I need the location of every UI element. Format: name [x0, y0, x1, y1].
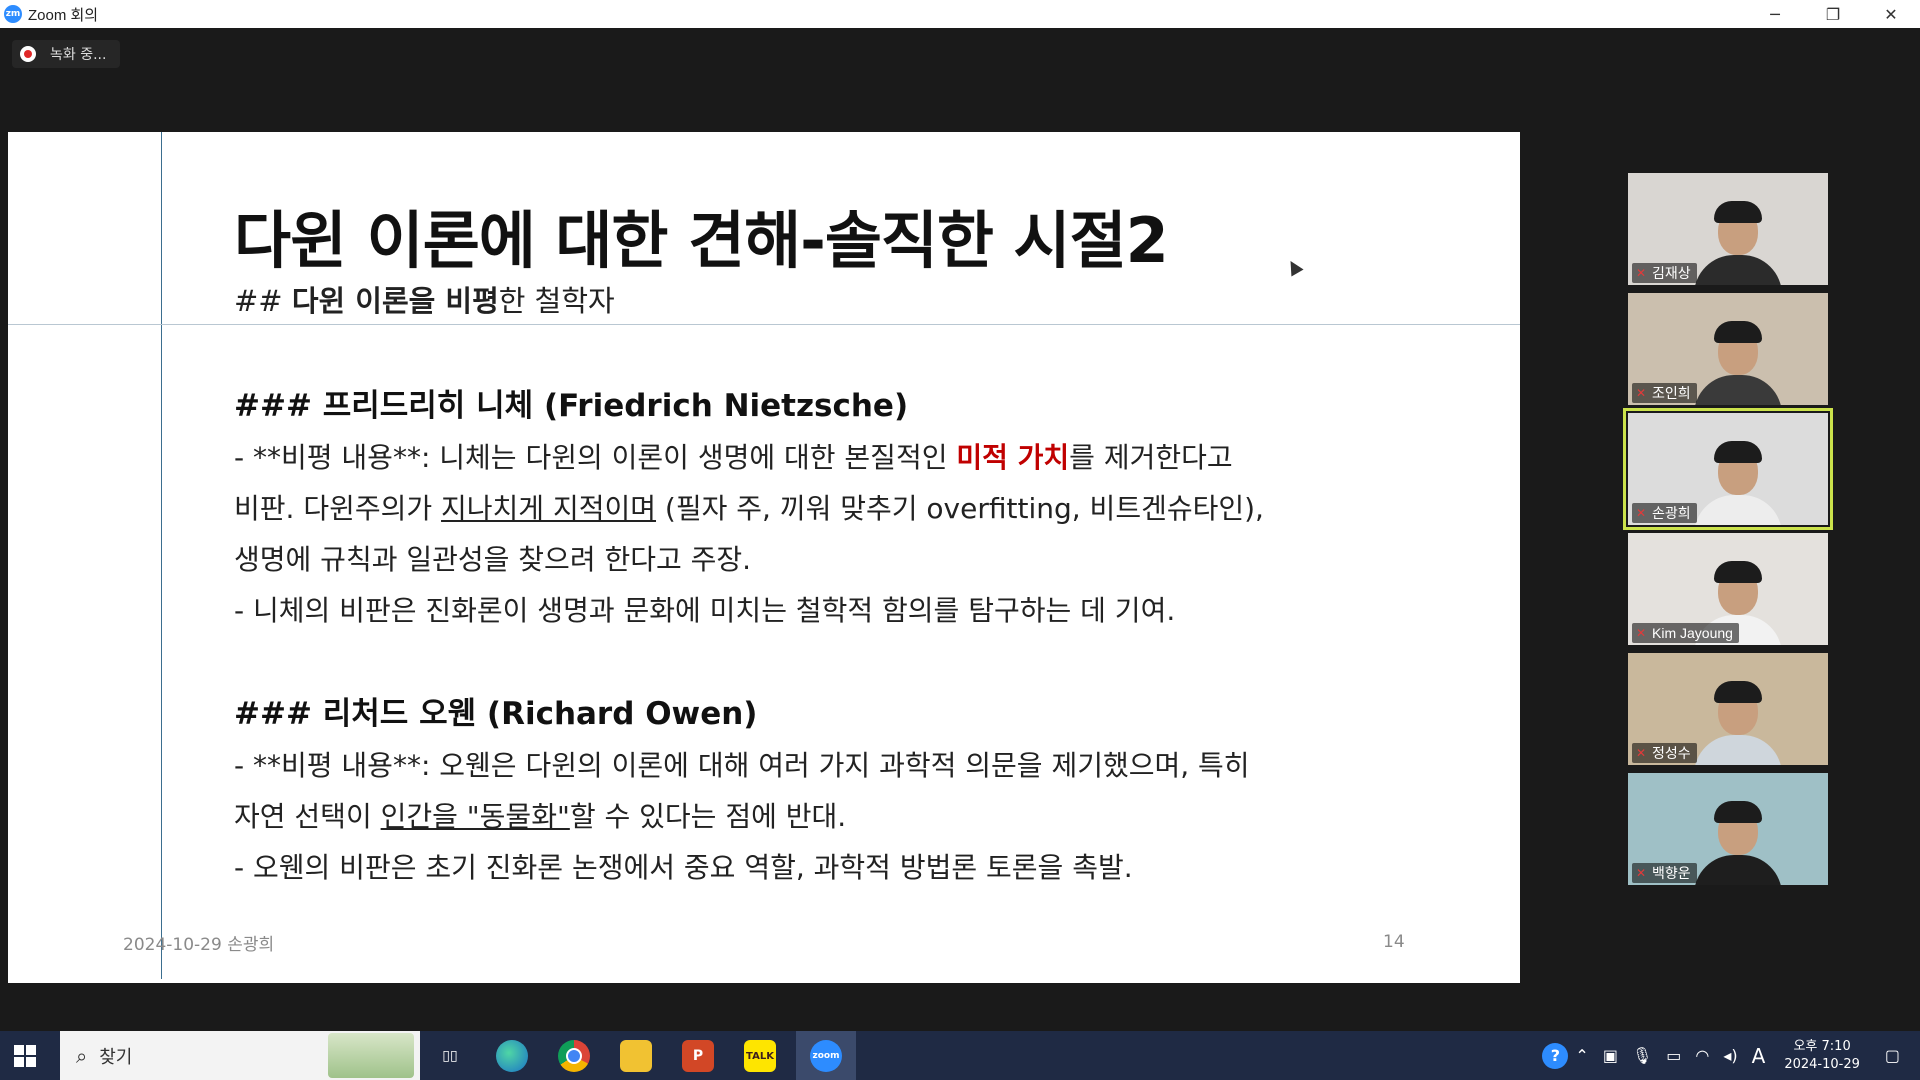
slide-horizontal-rule — [8, 324, 1520, 325]
text-segment: (필자 주, 끼워 맞추기 overfitting, 비트겐슈타인), — [656, 492, 1264, 525]
windows-start-icon[interactable] — [14, 1045, 36, 1067]
participant-tile[interactable]: ✕ 정성수 — [1628, 653, 1828, 765]
participant-nameplate: ✕ Kim Jayoung — [1632, 623, 1739, 643]
participant-name: 조인희 — [1652, 385, 1691, 401]
participant-nameplate: ✕ 조인희 — [1632, 383, 1697, 403]
kakaotalk-icon[interactable]: TALK — [744, 1040, 776, 1072]
owen-line-1: - **비평 내용**: 오웬은 다윈의 이론에 대해 여러 가지 과학적 의문… — [234, 749, 1250, 782]
text-segment: - **비평 내용**: 니체는 다윈의 이론이 생명에 대한 본질적인 — [234, 441, 957, 474]
recording-label: 녹화 중... — [50, 47, 107, 63]
participant-nameplate: ✕ 손광희 — [1632, 503, 1697, 523]
muted-mic-icon: ✕ — [1635, 626, 1647, 640]
participant-hair — [1714, 201, 1762, 223]
participant-name: Kim Jayoung — [1652, 625, 1733, 641]
underlined-text: 지나치게 지적이며 — [441, 492, 657, 525]
search-label: 찾기 — [99, 1046, 133, 1068]
recording-indicator[interactable]: 녹화 중... — [12, 40, 121, 68]
system-tray: ? ⌃ ▣ 🎙 ▭ ◠ ◂) A 오후 7:10 2024-10-29 ▢ — [1542, 1031, 1920, 1080]
text-segment: 할 수 있다는 점에 반대. — [569, 800, 847, 833]
taskbar-clock[interactable]: 오후 7:10 2024-10-29 — [1784, 1038, 1860, 1074]
participant-tile[interactable]: ✕ Kim Jayoung — [1628, 533, 1828, 645]
participant-tile[interactable]: ✕ 백향운 — [1628, 773, 1828, 885]
participant-tile[interactable]: ✕ 손광희 — [1623, 408, 1833, 530]
nietzsche-line-4: - 니체의 비판은 진화론이 생명과 문화에 미치는 철학적 함의를 탐구하는 … — [234, 594, 1176, 627]
participant-tile[interactable]: ✕ 조인희 — [1628, 293, 1828, 405]
volume-icon[interactable]: ◂) — [1723, 1046, 1737, 1065]
meet-now-icon[interactable]: ▣ — [1603, 1046, 1618, 1065]
chrome-icon[interactable] — [558, 1040, 590, 1072]
section-heading-owen: ### 리처드 오웬 (Richard Owen) — [234, 696, 758, 732]
window-title: Zoom 회의 — [28, 6, 99, 24]
participant-tile[interactable]: ✕ 김재상 — [1628, 173, 1828, 285]
close-button[interactable]: ✕ — [1862, 0, 1920, 28]
owen-line-2: 자연 선택이 인간을 "동물화"할 수 있다는 점에 반대. — [234, 791, 1434, 842]
participant-hair — [1714, 441, 1762, 463]
wifi-icon[interactable]: ◠ — [1695, 1046, 1709, 1065]
muted-mic-icon: ✕ — [1635, 746, 1647, 760]
clock-date: 2024-10-29 — [1784, 1056, 1860, 1072]
edge-icon[interactable] — [496, 1040, 528, 1072]
ime-indicator[interactable]: A — [1752, 1044, 1766, 1068]
file-explorer-icon[interactable] — [620, 1040, 652, 1072]
nietzsche-line-3: 생명에 규칙과 일관성을 찾으려 한다고 주장. — [234, 543, 752, 576]
clock-time: 오후 7:10 — [1793, 1038, 1851, 1054]
participant-name: 김재상 — [1652, 265, 1691, 281]
participant-hair — [1714, 321, 1762, 343]
highlight-text: 미적 가치 — [956, 441, 1070, 474]
battery-icon[interactable]: ▭ — [1666, 1046, 1681, 1065]
subtitle-prefix: ## — [234, 284, 292, 318]
nietzsche-line-2: 비판. 다윈주의가 지나치게 지적이며 (필자 주, 끼워 맞추기 overfi… — [234, 483, 1434, 534]
participant-hair — [1714, 801, 1762, 823]
meeting-stage: 녹화 중... 다윈 이론에 대한 견해-솔직한 시절2 ## 다윈 이론을 비… — [0, 28, 1920, 1031]
participant-nameplate: ✕ 김재상 — [1632, 263, 1697, 283]
text-segment: 비판. 다윈주의가 — [234, 492, 442, 525]
participant-name: 정성수 — [1652, 745, 1691, 761]
slide-page-number: 14 — [1383, 932, 1405, 952]
participant-name: 백향운 — [1652, 865, 1691, 881]
section-heading-nietzsche: ### 프리드리히 니체 (Friedrich Nietzsche) — [234, 388, 909, 424]
muted-mic-icon: ✕ — [1635, 386, 1647, 400]
restore-button[interactable]: ❐ — [1804, 0, 1862, 28]
slide-subtitle: ## 다윈 이론을 비평한 철학자 — [234, 278, 615, 320]
participant-hair — [1714, 681, 1762, 703]
muted-mic-icon: ✕ — [1635, 506, 1647, 520]
subtitle-rest: 한 철학자 — [498, 284, 615, 318]
muted-mic-icon: ✕ — [1635, 266, 1647, 280]
muted-mic-icon: ✕ — [1635, 866, 1647, 880]
minimize-button[interactable]: ─ — [1746, 0, 1804, 28]
microphone-icon[interactable]: 🎙 — [1632, 1046, 1652, 1065]
slide-title: 다윈 이론에 대한 견해-솔직한 시절2 — [234, 204, 1169, 277]
zoom-logo-icon: zm — [4, 5, 22, 23]
participant-nameplate: ✕ 백향운 — [1632, 863, 1697, 883]
participant-name: 손광희 — [1652, 505, 1691, 521]
powerpoint-icon[interactable]: P — [682, 1040, 714, 1072]
nietzsche-line-1: - **비평 내용**: 니체는 다윈의 이론이 생명에 대한 본질적인 미적 … — [234, 432, 1434, 483]
windows-taskbar: ⌕ 찾기 ▯▯ P TALK zoom ? ⌃ ▣ 🎙 ▭ ◠ ◂) A 오후 … — [0, 1031, 1920, 1080]
slide-footer-date-author: 2024-10-29 손광희 — [123, 935, 275, 955]
record-icon — [20, 46, 36, 62]
owen-line-3: - 오웬의 비판은 초기 진화론 논쟁에서 중요 역할, 과학적 방법론 토론을… — [234, 851, 1133, 884]
underlined-text: 인간을 "동물화" — [380, 800, 570, 833]
notifications-icon[interactable]: ▢ — [1885, 1046, 1900, 1065]
participant-hair — [1714, 561, 1762, 583]
participant-nameplate: ✕ 정성수 — [1632, 743, 1697, 763]
chevron-up-icon[interactable]: ⌃ — [1575, 1046, 1588, 1065]
search-highlight-image — [328, 1033, 414, 1078]
search-icon: ⌕ — [76, 1043, 88, 1068]
mouse-cursor-icon — [1284, 257, 1304, 277]
slide-body: ### 프리드리히 니체 (Friedrich Nietzsche) - **비… — [234, 380, 1434, 893]
subtitle-bold: 다윈 이론을 비평 — [291, 284, 499, 318]
shared-slide: 다윈 이론에 대한 견해-솔직한 시절2 ## 다윈 이론을 비평한 철학자 #… — [8, 132, 1520, 983]
text-segment: 자연 선택이 — [234, 800, 381, 833]
zoom-taskbar-icon[interactable]: zoom — [810, 1040, 842, 1072]
slide-vertical-rule — [161, 132, 162, 979]
help-icon[interactable]: ? — [1542, 1042, 1569, 1069]
window-titlebar: zm Zoom 회의 ─ ❐ ✕ — [0, 0, 1920, 29]
task-view-icon[interactable]: ▯▯ — [434, 1040, 466, 1072]
text-segment: 를 제거한다고 — [1069, 441, 1233, 474]
taskbar-search-box[interactable]: ⌕ 찾기 — [60, 1031, 420, 1080]
window-controls: ─ ❐ ✕ — [1746, 0, 1920, 28]
